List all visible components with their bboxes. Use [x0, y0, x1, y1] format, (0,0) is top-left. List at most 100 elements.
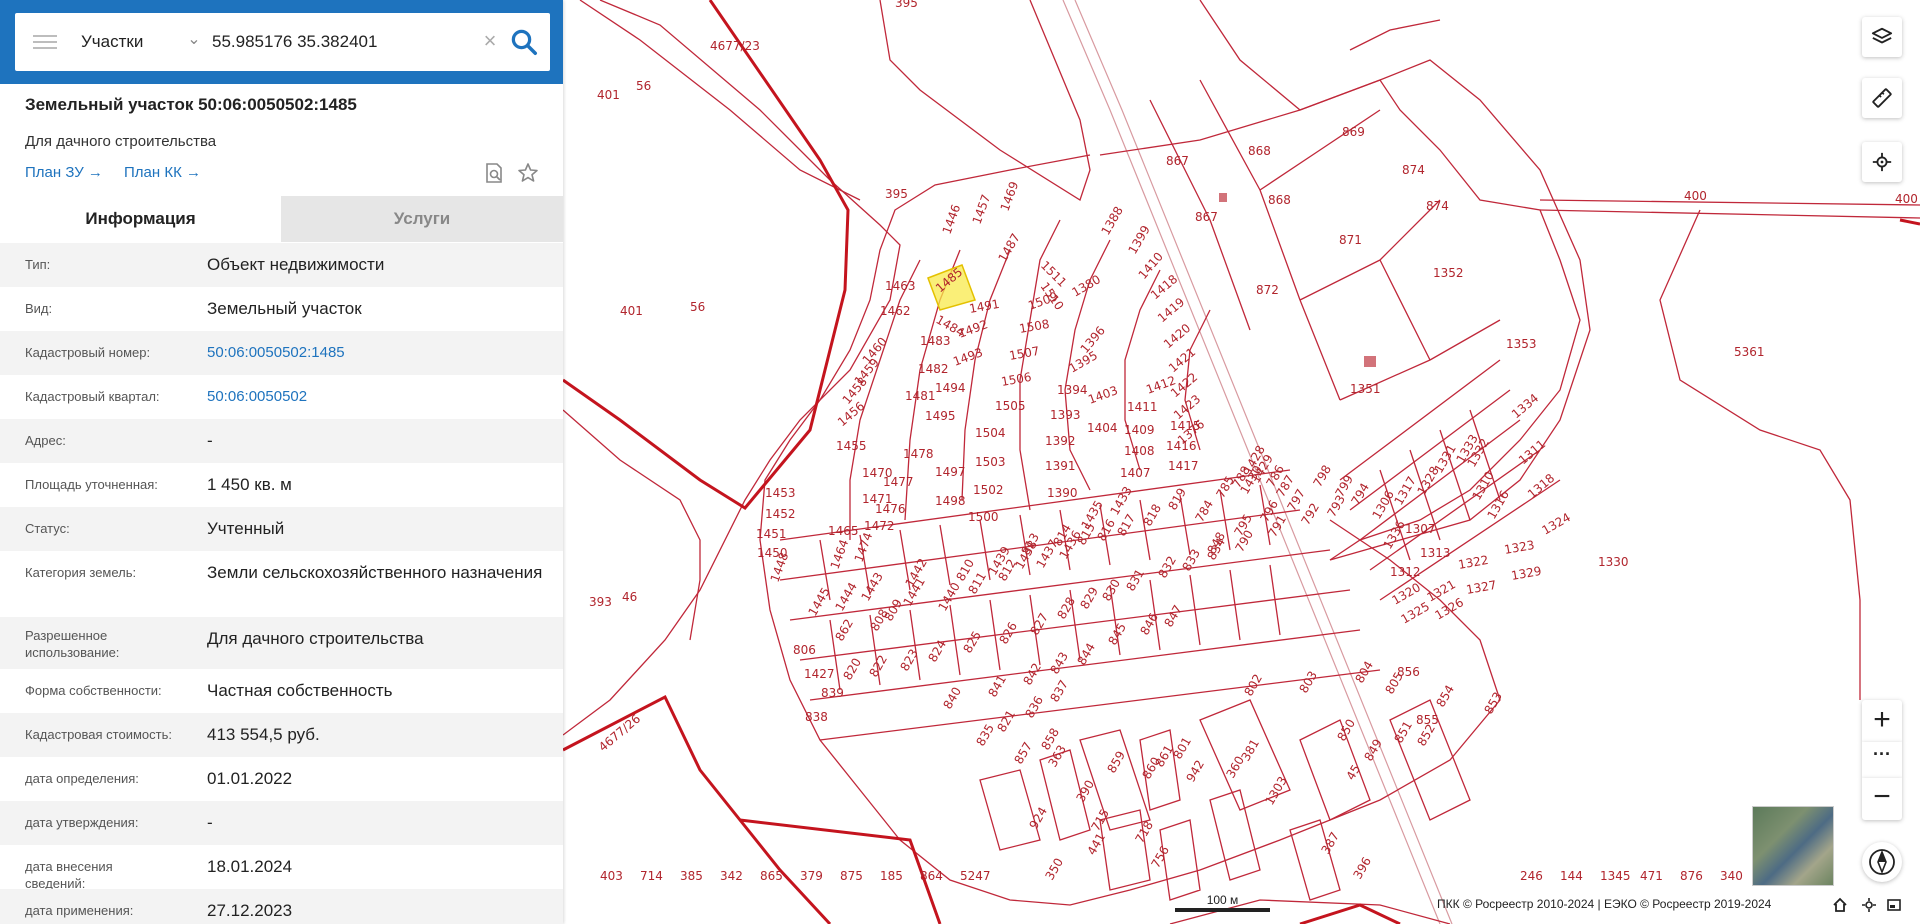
parcel-label: 869 — [1342, 125, 1365, 139]
parcel-label: 840 — [940, 685, 964, 712]
parcel-label: 340 — [1720, 869, 1743, 883]
home-icon[interactable] — [1832, 897, 1848, 913]
attribute-row: дата применения: 27.12.2023 — [0, 889, 563, 924]
parcel-label: 395 — [885, 187, 908, 201]
parcel-label: 1393 — [1050, 408, 1081, 422]
parcel-label: 1507 — [1008, 344, 1041, 363]
plan-zu-link[interactable]: План ЗУ → — [25, 164, 103, 181]
parcel-label: 1503 — [975, 455, 1006, 469]
parcel-label: 864 — [920, 869, 943, 883]
attribute-value: 18.01.2024 — [207, 857, 293, 876]
parcel-label: 1451 — [756, 527, 787, 541]
parcel-label: 1469 — [998, 180, 1022, 213]
attribute-key: дата утверждения: — [25, 815, 139, 830]
parcel-label: 1443 — [858, 570, 885, 603]
attribute-value[interactable]: 50:06:0050502:1485 — [207, 341, 547, 365]
search-bar: Участки ⌄ × ‹ — [0, 0, 563, 84]
parcel-label: 350 — [1042, 856, 1066, 883]
attribute-value[interactable]: 50:06:0050502 — [207, 385, 547, 409]
tabs: Информация Услуги — [0, 196, 563, 242]
parcel-label: 1390 — [1047, 486, 1078, 500]
measure-button[interactable] — [1862, 78, 1902, 118]
parcel-label: 825 — [960, 629, 984, 656]
parcel-label: 1481 — [905, 389, 936, 403]
search-type-select[interactable]: Участки — [81, 32, 143, 52]
parcel-label: 1410 — [1136, 250, 1166, 282]
parcel-label: 246 — [1520, 869, 1543, 883]
parcel-label: 395 — [895, 0, 918, 10]
parcel-label: 1328 — [1414, 464, 1441, 497]
parcel-label: 714 — [640, 869, 663, 883]
attribute-value: 27.12.2023 — [207, 901, 293, 920]
parcel-label: 867 — [1195, 210, 1218, 224]
parcel-label: 1457 — [970, 193, 994, 226]
parcel-label: 1502 — [973, 483, 1004, 497]
parcel-label: 857 — [1011, 740, 1035, 767]
attribute-value: Учтенный — [207, 519, 285, 538]
parcel-label: 400 — [1895, 192, 1918, 206]
scale-line — [1175, 908, 1270, 912]
parcel-label: 400 — [1684, 189, 1707, 203]
attribute-value: Объект недвижимости — [207, 255, 385, 274]
document-search-icon[interactable] — [482, 161, 506, 185]
parcel-label: 1452 — [765, 507, 796, 521]
search-icon[interactable] — [509, 27, 539, 57]
screen-icon[interactable] — [1886, 897, 1902, 913]
parcel-label: 342 — [720, 869, 743, 883]
zoom-out-button[interactable]: − — [1862, 778, 1902, 820]
attribute-row: Категория земель: Земли сельскохозяйствен… — [0, 551, 563, 617]
parcel-label: 839 — [821, 686, 844, 700]
compass-button[interactable] — [1862, 842, 1902, 882]
parcel-label: 1482 — [918, 362, 949, 376]
chevron-down-icon[interactable]: ⌄ — [183, 29, 205, 51]
menu-icon[interactable] — [33, 31, 57, 53]
attribute-row: Адрес: - — [0, 419, 563, 463]
attribute-key: Вид: — [25, 301, 53, 316]
tab-info[interactable]: Информация — [0, 196, 281, 242]
building-marker — [1364, 356, 1376, 367]
parcel-label: 5247 — [960, 869, 991, 883]
parcel-label: 1477 — [883, 475, 914, 489]
parcel-label: 379 — [800, 869, 823, 883]
zoom-more-button[interactable]: ··· — [1862, 742, 1902, 778]
parcel-label: 853 — [1481, 690, 1505, 717]
info-panel: Участки ⌄ × ‹ Земельный участок 50:06:00… — [0, 0, 563, 924]
parcel-label: 1324 — [1540, 510, 1573, 537]
parcel-label: 1415 — [1170, 419, 1201, 433]
cadastral-map[interactable]: 395 4677/23 401 56 395 401 56 1446 1457 1469 1487 1… — [563, 0, 1920, 924]
minimap[interactable] — [1752, 806, 1834, 886]
parcel-label: 1392 — [1045, 434, 1076, 448]
locate-small-icon[interactable] — [1861, 897, 1877, 913]
layers-icon — [1871, 27, 1893, 44]
attribute-row: дата внесения сведений: 18.01.2024 — [0, 845, 563, 891]
star-icon[interactable] — [516, 161, 540, 185]
parcel-label: 1462 — [880, 304, 911, 318]
attribute-key: Кадастровый номер: — [25, 345, 151, 360]
parcel-label: 1446 — [940, 203, 964, 236]
parcel-label: 1352 — [1433, 266, 1464, 280]
parcel-label: 4677/23 — [710, 39, 760, 53]
compass-icon — [1869, 849, 1895, 875]
attribute-key: Площадь уточненная: — [25, 477, 158, 492]
tab-services[interactable]: Услуги — [281, 196, 563, 242]
clear-icon[interactable]: × — [477, 28, 503, 54]
parcel-label: 851 — [1391, 719, 1415, 746]
parcel-label: 1409 — [1124, 423, 1155, 437]
parcel-label: 1465 — [828, 524, 859, 538]
parcel-label: 401 — [597, 88, 620, 102]
attribute-value: Земли сельскохозяйственного назначения — [207, 563, 543, 582]
attribute-value: 413 554,5 руб. — [207, 725, 320, 744]
parcel-label: 1407 — [1120, 466, 1151, 480]
attribute-value: 1 450 кв. м — [207, 475, 292, 494]
locate-button[interactable] — [1862, 142, 1902, 182]
search-input[interactable] — [212, 27, 477, 57]
plan-kk-link[interactable]: План КК → — [124, 164, 201, 181]
parcel-label: 1399 — [1125, 223, 1152, 256]
parcel-label: 1307 — [1405, 522, 1436, 536]
cadastral-map-canvas[interactable]: 395 4677/23 401 56 395 401 56 1446 1457 1469 1487 1… — [563, 0, 1920, 924]
parcel-label: 387 — [1318, 830, 1342, 857]
layers-button[interactable] — [1862, 17, 1902, 57]
zoom-in-button[interactable]: + — [1862, 700, 1902, 742]
parcel-label: 1433 — [1107, 484, 1134, 517]
attribute-key: Разрешенное использование: — [25, 628, 120, 660]
